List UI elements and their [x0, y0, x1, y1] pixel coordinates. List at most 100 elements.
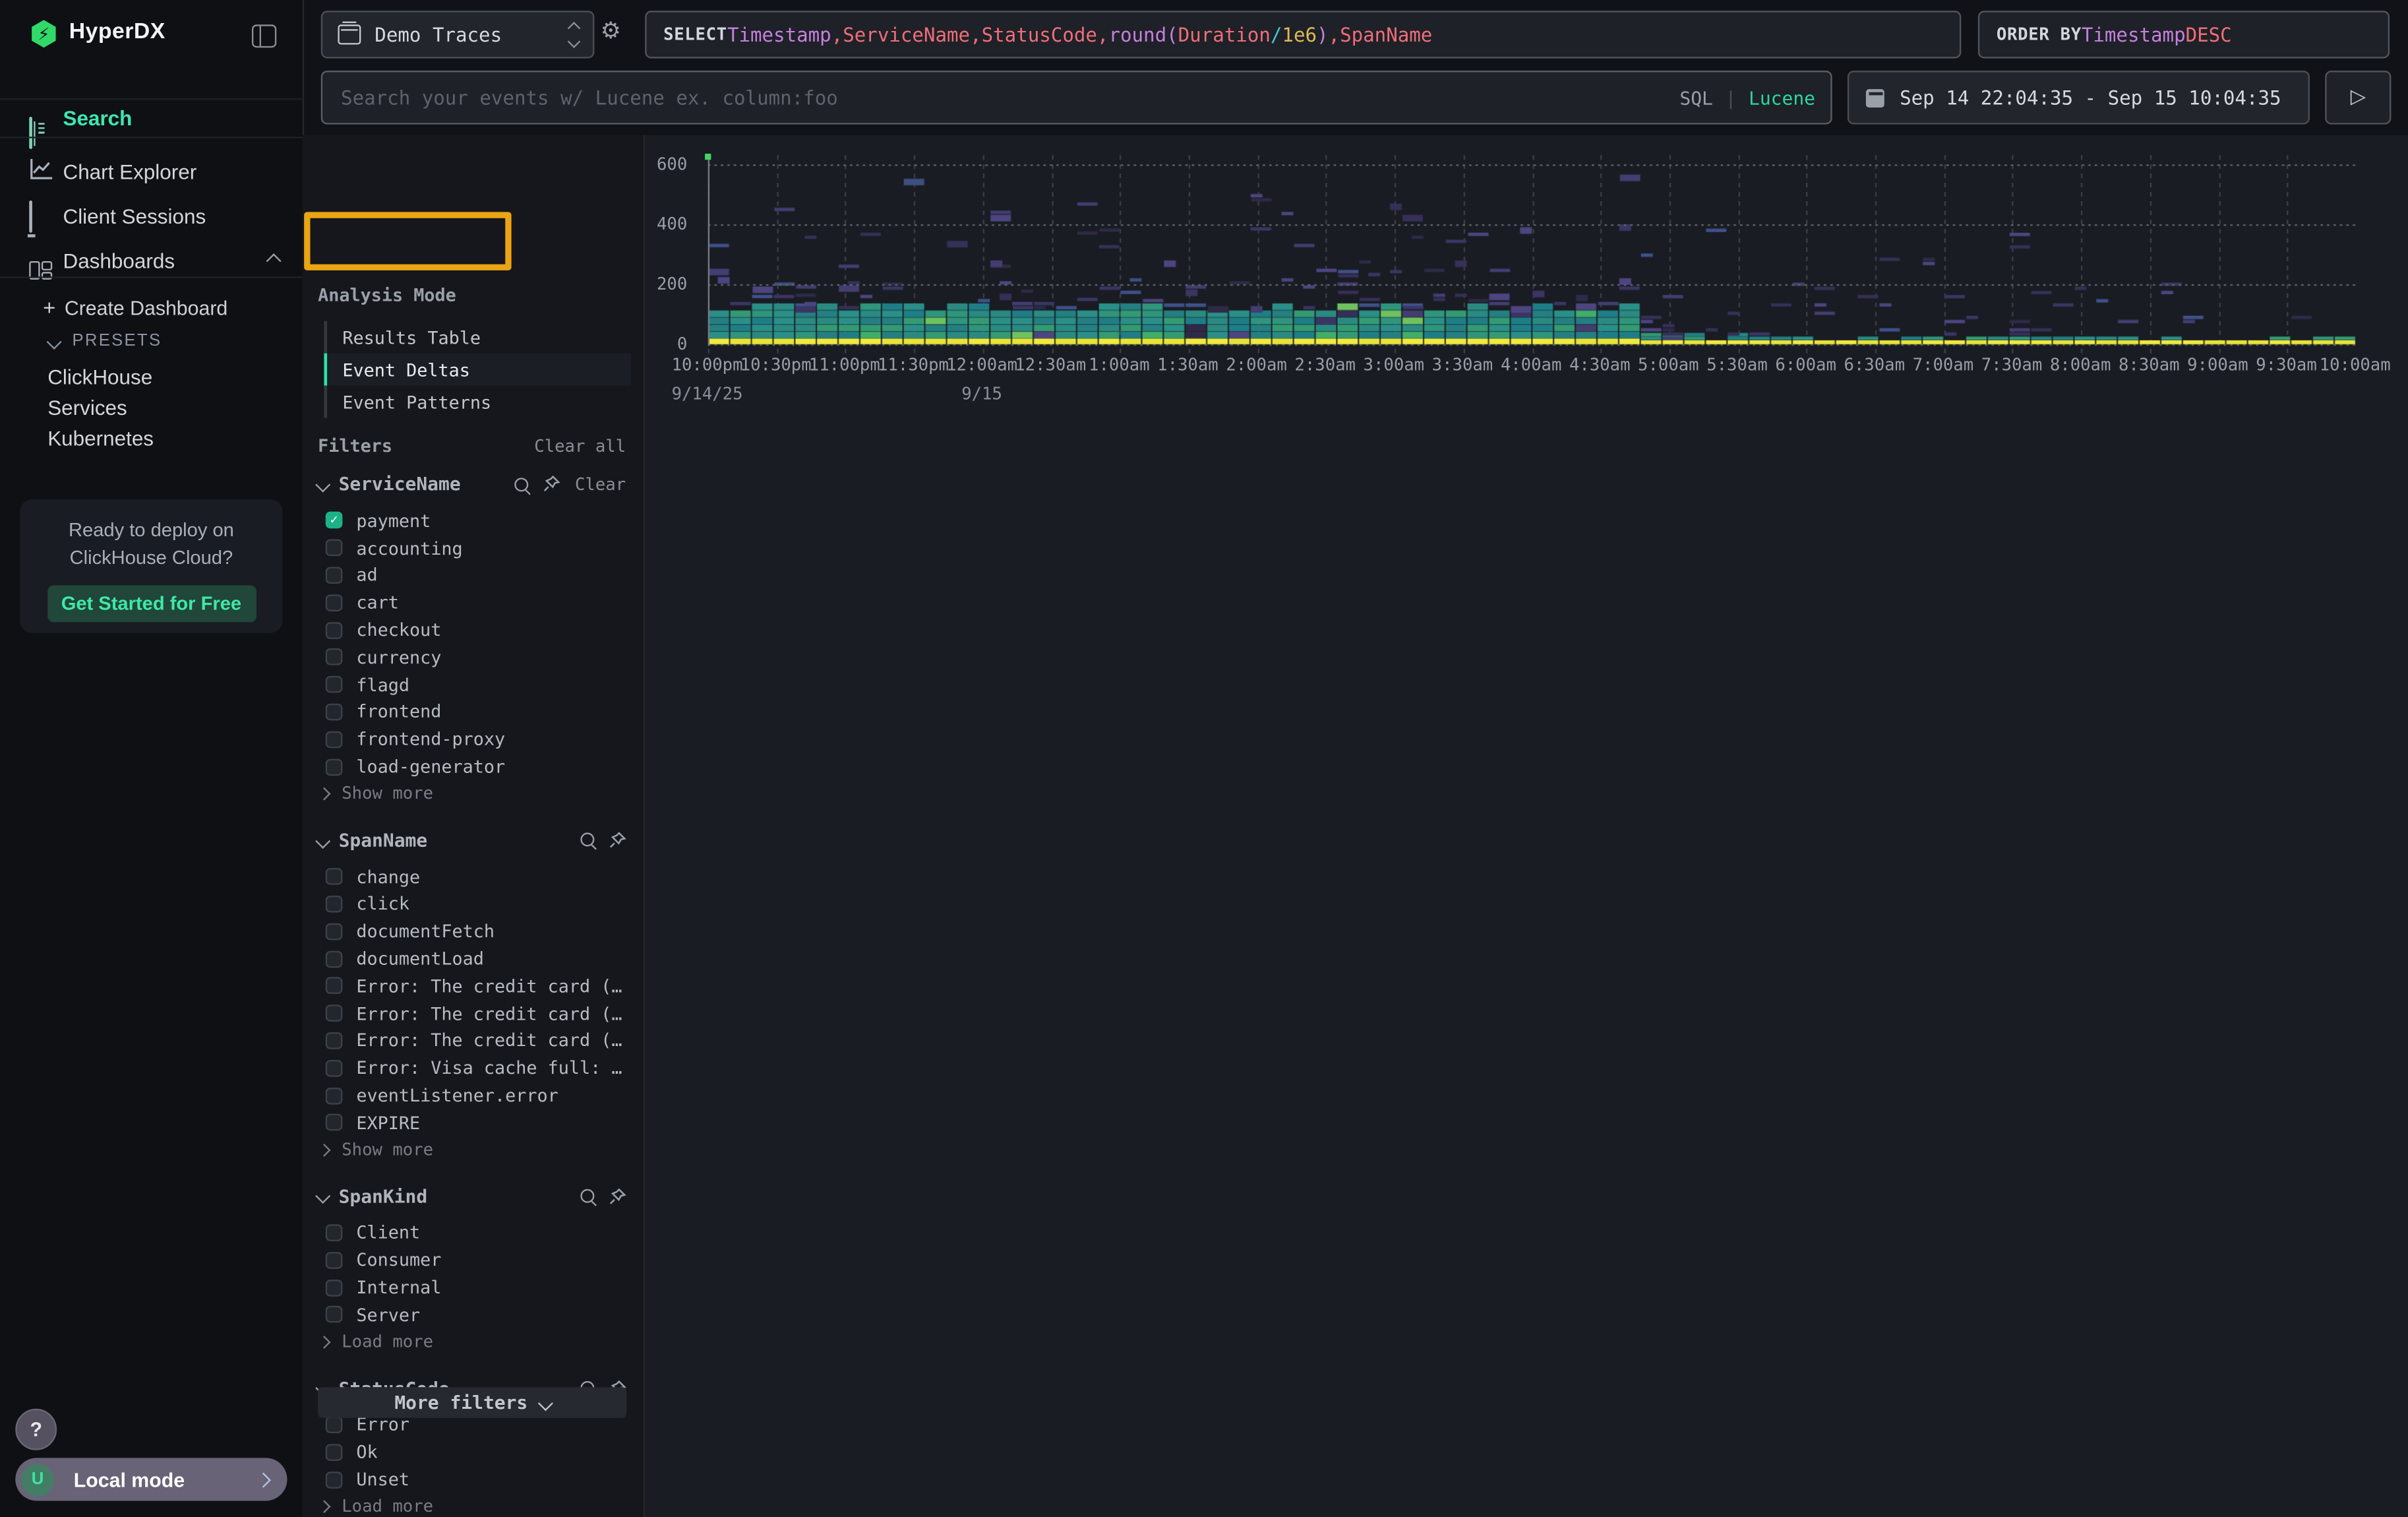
query-token: round( — [1108, 23, 1178, 46]
analysis-mode-event-deltas[interactable]: Event Deltas — [324, 354, 631, 386]
checkbox-icon[interactable] — [326, 1279, 343, 1296]
show-more-label: Show more — [342, 1140, 433, 1160]
filter-checkbox-row[interactable]: checkout — [303, 616, 643, 643]
checkbox-icon[interactable] — [326, 676, 343, 693]
filter-checkbox-row[interactable]: EXPIRE — [303, 1109, 643, 1136]
sql-select-input[interactable]: SELECT Timestamp, ServiceName, StatusCod… — [645, 11, 1961, 58]
checkbox-icon[interactable] — [326, 649, 343, 666]
search-icon[interactable] — [580, 833, 593, 847]
checkbox-icon[interactable] — [326, 594, 343, 611]
filter-checkbox-row[interactable]: documentFetch — [303, 917, 643, 944]
sidebar-item-search[interactable]: Search — [0, 100, 303, 137]
get-started-button[interactable]: Get Started for Free — [47, 585, 256, 622]
analysis-mode-results-table[interactable]: Results Table — [324, 321, 631, 354]
checkbox-icon[interactable] — [326, 896, 343, 913]
show-more-button[interactable]: Show more — [303, 1136, 643, 1163]
analysis-mode-event-patterns[interactable]: Event Patterns — [324, 386, 631, 418]
clear-filter-button[interactable]: Clear — [575, 474, 626, 494]
checkbox-icon[interactable] — [326, 621, 343, 638]
filter-checkbox-row[interactable]: Error: Visa cache full: … — [303, 1055, 643, 1082]
filter-checkbox-row[interactable]: Ok — [303, 1439, 643, 1466]
checkbox-icon[interactable] — [326, 1005, 343, 1022]
order-by-input[interactable]: ORDER BY Timestamp DESC — [1978, 11, 2390, 58]
source-select[interactable]: Demo Traces — [321, 11, 595, 58]
filter-checkbox-row[interactable]: Error: The credit card (… — [303, 972, 643, 999]
filter-checkbox-row[interactable]: cart — [303, 589, 643, 616]
search-icon[interactable] — [515, 477, 529, 491]
checkbox-icon[interactable] — [326, 1416, 343, 1433]
pin-icon[interactable] — [543, 475, 561, 493]
user-menu[interactable]: U Local mode — [15, 1458, 287, 1501]
filter-checkbox-row[interactable]: frontend-proxy — [303, 726, 643, 753]
chevron-down-icon[interactable] — [316, 1189, 330, 1203]
filter-checkbox-row[interactable]: Error: The credit card (… — [303, 1027, 643, 1054]
checkbox-icon[interactable] — [326, 540, 343, 557]
collapse-sidebar-icon[interactable] — [252, 24, 276, 47]
checkbox-icon[interactable] — [326, 704, 343, 721]
filter-group-icons: Clear — [515, 467, 626, 501]
filter-checkbox-row[interactable]: Consumer — [303, 1247, 643, 1274]
more-filters-button[interactable]: More filters — [318, 1387, 626, 1418]
filter-checkbox-row[interactable]: documentLoad — [303, 945, 643, 972]
query-token: Timestamp — [727, 23, 831, 46]
filter-checkbox-row[interactable]: eventListener.error — [303, 1082, 643, 1109]
duration-heatmap[interactable] — [707, 155, 2355, 355]
gear-icon[interactable]: ⚙ — [601, 17, 621, 45]
lucene-mode-option[interactable]: Lucene — [1749, 87, 1815, 109]
checkbox-icon[interactable] — [326, 950, 343, 968]
help-button[interactable]: ? — [15, 1409, 57, 1450]
show-more-button[interactable]: Load more — [303, 1493, 643, 1517]
search-icon[interactable] — [580, 1189, 593, 1203]
checkbox-icon[interactable] — [326, 1306, 343, 1323]
filter-checkbox-row[interactable]: Unset — [303, 1466, 643, 1493]
chevron-down-icon[interactable] — [316, 833, 330, 847]
checkbox-icon[interactable] — [326, 1059, 343, 1076]
filter-checkbox-row[interactable]: ad — [303, 562, 643, 589]
time-range-picker[interactable]: Sep 14 22:04:35 - Sep 15 10:04:35 — [1848, 71, 2310, 125]
sidebar-item-presets[interactable]: PRESETS — [0, 327, 303, 358]
checkbox-icon[interactable] — [326, 868, 343, 885]
checkbox-icon[interactable] — [326, 1444, 343, 1461]
checkbox-icon[interactable] — [326, 1471, 343, 1488]
filter-checkbox-row[interactable]: accounting — [303, 534, 643, 561]
checkbox-checked-icon[interactable]: ✓ — [326, 512, 343, 530]
checkbox-icon[interactable] — [326, 731, 343, 748]
run-query-button[interactable]: ▷ — [2325, 71, 2391, 125]
pin-icon[interactable] — [607, 830, 626, 849]
filter-checkbox-row[interactable]: Error: The credit card (… — [303, 1000, 643, 1027]
filter-checkbox-row[interactable]: flagd — [303, 671, 643, 698]
checkbox-icon[interactable] — [326, 1252, 343, 1269]
show-more-button[interactable]: Show more — [303, 780, 643, 807]
pin-icon[interactable] — [607, 1187, 626, 1205]
show-more-button[interactable]: Load more — [303, 1328, 643, 1355]
checkbox-icon[interactable] — [326, 567, 343, 584]
query-language-toggle[interactable]: SQL | Lucene — [1679, 72, 1815, 123]
sidebar-item-clickhouse[interactable]: ClickHouse — [0, 363, 303, 394]
filter-checkbox-row[interactable]: frontend — [303, 698, 643, 726]
checkbox-icon[interactable] — [326, 758, 343, 776]
sidebar-item-kubernetes[interactable]: Kubernetes — [0, 424, 303, 455]
sidebar-item-services[interactable]: Services — [0, 393, 303, 424]
filter-checkbox-row[interactable]: currency — [303, 644, 643, 671]
filter-checkbox-row[interactable]: change — [303, 863, 643, 890]
checkbox-icon[interactable] — [326, 1032, 343, 1049]
chevron-down-icon[interactable] — [316, 477, 330, 491]
sidebar-item-create-dashboard[interactable]: + Create Dashboard — [0, 292, 303, 323]
clear-all-button[interactable]: Clear all — [534, 436, 626, 456]
sidebar-item-dashboards[interactable]: Dashboards — [0, 243, 303, 280]
filter-checkbox-row[interactable]: Client — [303, 1219, 643, 1246]
sql-mode-option[interactable]: SQL — [1679, 87, 1713, 109]
checkbox-icon[interactable] — [326, 1087, 343, 1104]
checkbox-icon[interactable] — [326, 923, 343, 940]
filter-checkbox-row[interactable]: ✓payment — [303, 507, 643, 534]
checkbox-icon[interactable] — [326, 1224, 343, 1241]
search-input[interactable]: Search your events w/ Lucene ex. column:… — [321, 71, 1832, 125]
sidebar-item-chart-explorer[interactable]: Chart Explorer — [0, 154, 303, 191]
checkbox-icon[interactable] — [326, 1114, 343, 1131]
filter-checkbox-row[interactable]: click — [303, 890, 643, 917]
sidebar-item-client-sessions[interactable]: Client Sessions — [0, 198, 303, 235]
filter-checkbox-row[interactable]: load-generator — [303, 753, 643, 780]
filter-checkbox-row[interactable]: Internal — [303, 1274, 643, 1301]
filter-checkbox-row[interactable]: Server — [303, 1301, 643, 1328]
checkbox-icon[interactable] — [326, 977, 343, 995]
